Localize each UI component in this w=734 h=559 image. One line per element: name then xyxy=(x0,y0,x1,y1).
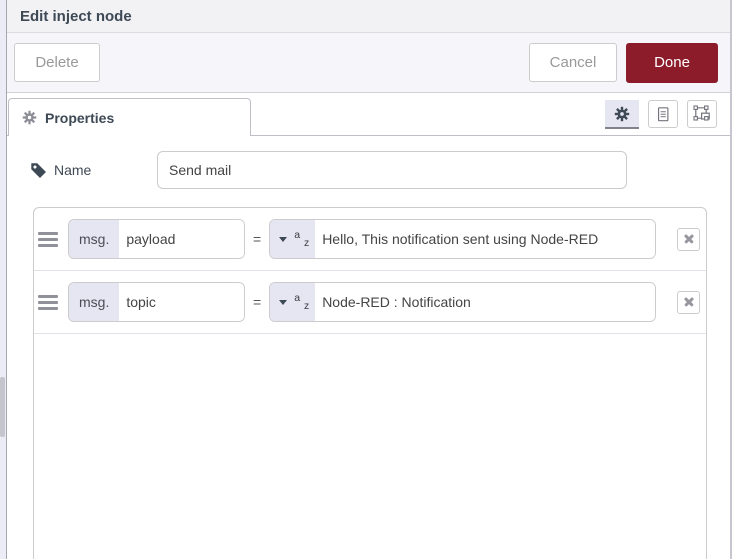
msg-prefix-label: msg. xyxy=(69,283,120,321)
dialog-toolbar: Delete Cancel Done xyxy=(7,33,730,93)
gear-icon xyxy=(614,106,630,122)
msg-prefix-label: msg. xyxy=(69,220,120,258)
gear-icon xyxy=(22,110,37,125)
done-button[interactable]: Done xyxy=(626,42,718,83)
property-value-field: a z xyxy=(269,282,657,322)
tab-properties-label: Properties xyxy=(45,109,115,126)
equals-sign: = xyxy=(253,231,262,247)
delete-button[interactable]: Delete xyxy=(14,43,100,82)
document-icon xyxy=(655,106,671,123)
dialog-title: Edit inject node xyxy=(20,7,132,25)
appearance-icon xyxy=(693,105,711,123)
tab-bar: Properties xyxy=(7,93,730,136)
cancel-button[interactable]: Cancel xyxy=(529,43,617,82)
property-key-field: msg. xyxy=(68,219,245,259)
property-row-topic: msg. = a z xyxy=(34,271,706,334)
drag-handle-icon[interactable] xyxy=(38,294,58,310)
dialog-header: Edit inject node xyxy=(7,0,730,33)
property-value-field: a z xyxy=(269,219,657,259)
name-label: Name xyxy=(54,162,92,178)
edit-tray: Edit inject node Delete Cancel Done Prop… xyxy=(7,0,732,559)
properties-icon-button[interactable] xyxy=(605,100,639,129)
remove-row-button[interactable] xyxy=(677,290,701,314)
tab-properties[interactable]: Properties xyxy=(8,98,251,136)
string-type-icon: a z xyxy=(294,229,310,249)
scrollbar-thumb[interactable] xyxy=(0,377,5,437)
tag-icon xyxy=(30,162,47,179)
caret-down-icon xyxy=(279,299,288,305)
property-name-input[interactable] xyxy=(119,283,244,321)
type-select-button[interactable]: a z xyxy=(270,220,316,258)
property-value-input[interactable] xyxy=(315,283,656,321)
property-name-input[interactable] xyxy=(119,220,244,258)
edit-inject-dialog: Edit inject node Delete Cancel Done Prop… xyxy=(0,0,734,559)
equals-sign: = xyxy=(253,294,262,310)
type-select-button[interactable]: a z xyxy=(270,283,316,321)
remove-row-button[interactable] xyxy=(677,227,701,251)
caret-down-icon xyxy=(279,236,288,242)
close-icon xyxy=(683,234,694,245)
close-icon xyxy=(683,297,694,308)
drag-handle-icon[interactable] xyxy=(38,231,58,247)
tab-icon-buttons xyxy=(605,100,717,129)
appearance-icon-button[interactable] xyxy=(687,100,717,128)
property-row-payload: msg. = a z xyxy=(34,208,706,271)
name-input[interactable] xyxy=(157,151,627,189)
properties-list: msg. = a z xyxy=(33,207,707,559)
workspace-scrollbar[interactable] xyxy=(0,0,7,559)
property-value-input[interactable] xyxy=(315,220,656,258)
name-field-row: Name xyxy=(30,151,91,189)
string-type-icon: a z xyxy=(294,292,310,312)
property-key-field: msg. xyxy=(68,282,245,322)
description-icon-button[interactable] xyxy=(648,100,678,128)
